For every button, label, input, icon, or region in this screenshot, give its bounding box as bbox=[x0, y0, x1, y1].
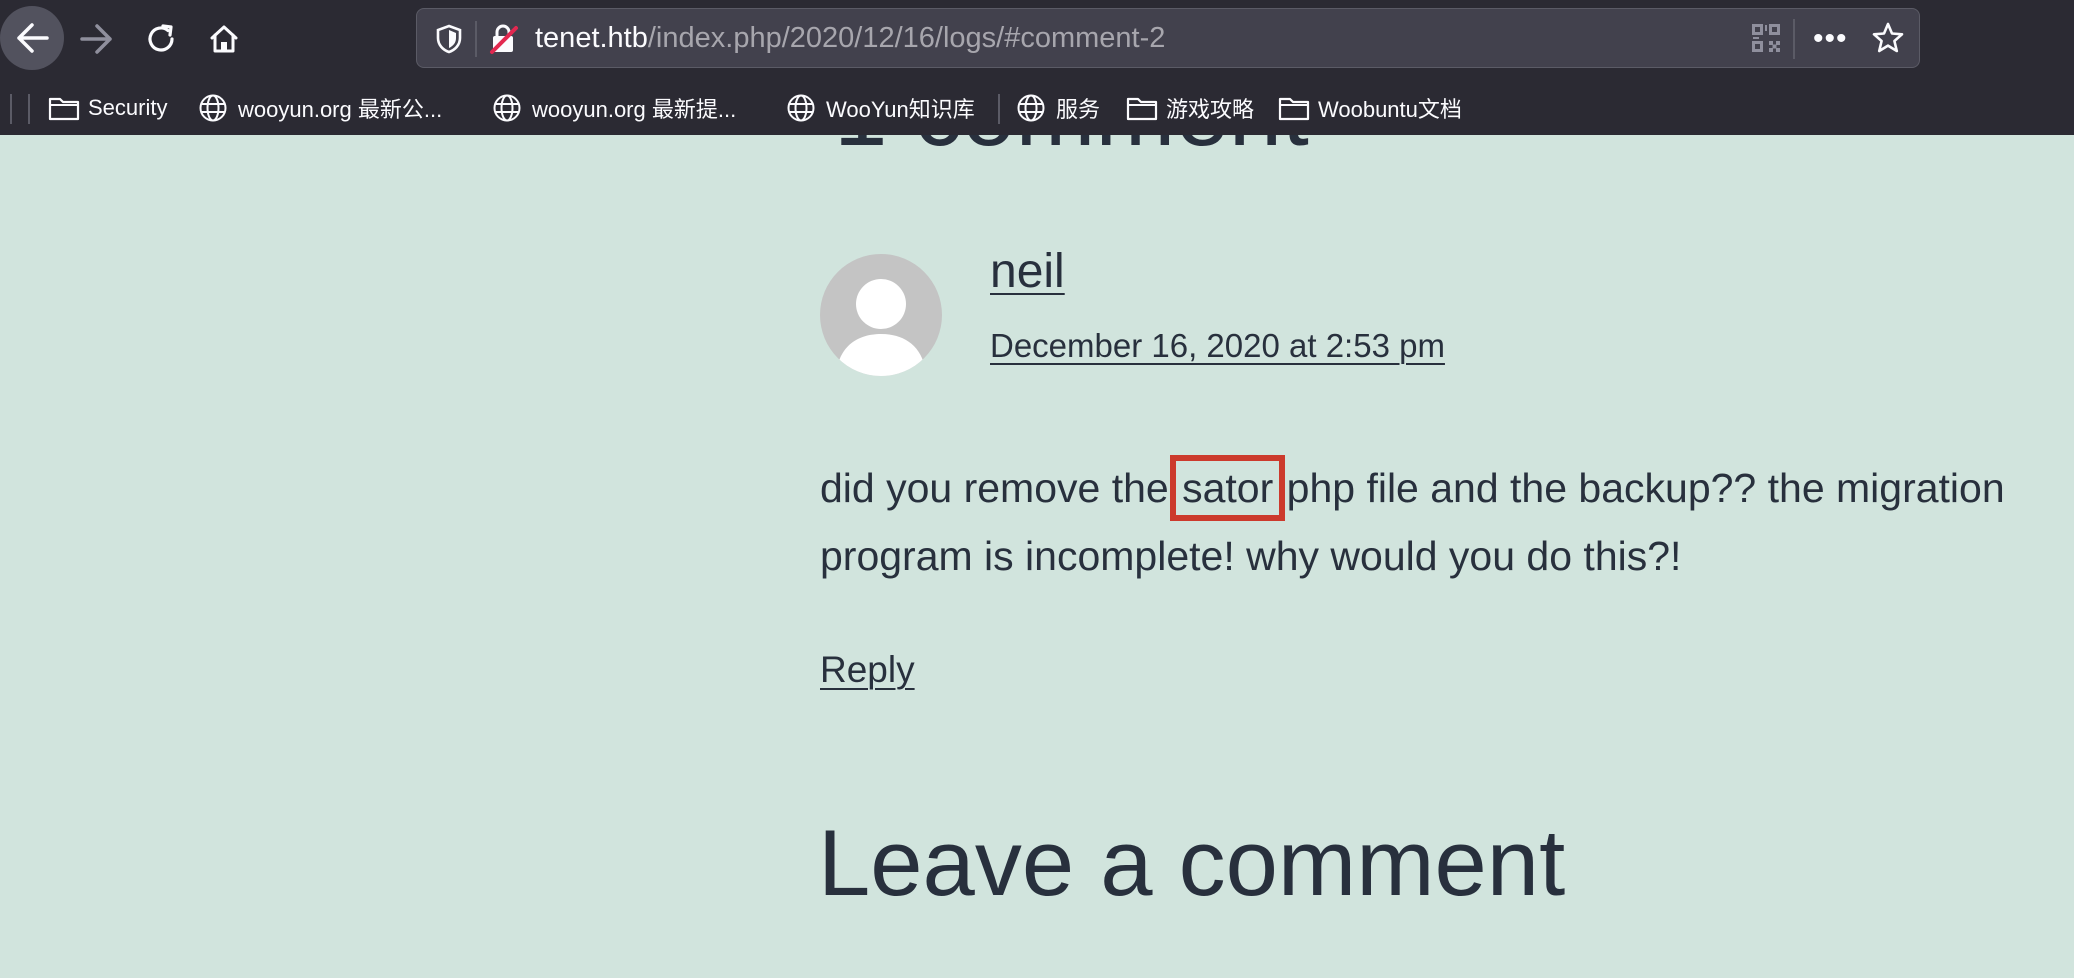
bookmark-game-guides[interactable]: 游戏攻略 bbox=[1126, 90, 1254, 126]
bookmark-label: 服务 bbox=[1056, 97, 1101, 122]
reload-button[interactable] bbox=[130, 8, 192, 70]
reload-icon bbox=[144, 22, 178, 56]
bookmark-wooyun-public[interactable]: wooyun.org 最新公... bbox=[198, 90, 442, 126]
comment-text-before: did you remove the bbox=[820, 465, 1181, 511]
home-icon bbox=[207, 22, 241, 56]
highlighted-word: sator bbox=[1170, 455, 1286, 521]
bookmarks-toolbar: Security wooyun.org 最新公... wooyun.org 最新… bbox=[0, 84, 2074, 132]
globe-icon bbox=[786, 93, 820, 123]
insecure-lock-icon[interactable] bbox=[489, 23, 519, 60]
arrow-right-icon bbox=[79, 23, 115, 55]
bookmark-label: Woobuntu文档 bbox=[1318, 97, 1462, 122]
bookmark-label: WooYun知识库 bbox=[826, 97, 975, 122]
home-button[interactable] bbox=[193, 8, 255, 70]
reply-link[interactable]: Reply bbox=[820, 648, 915, 692]
forward-button[interactable] bbox=[66, 8, 128, 70]
bookmark-label: wooyun.org 最新公... bbox=[238, 97, 443, 122]
tracking-protection-icon[interactable] bbox=[435, 23, 463, 60]
bookmark-label: wooyun.org 最新提... bbox=[532, 97, 737, 122]
url-separator bbox=[475, 21, 477, 57]
page-actions-button[interactable]: ••• bbox=[1813, 21, 1848, 57]
arrow-left-icon bbox=[14, 22, 50, 54]
bookmark-woobuntu-docs[interactable]: Woobuntu文档 bbox=[1278, 90, 1462, 126]
qr-code-icon[interactable] bbox=[1751, 23, 1781, 58]
avatar bbox=[820, 254, 942, 376]
bookmark-star-icon[interactable] bbox=[1871, 21, 1905, 60]
bookmark-wooyun-submit[interactable]: wooyun.org 最新提... bbox=[492, 90, 736, 126]
folder-icon bbox=[48, 93, 82, 123]
globe-icon bbox=[492, 93, 526, 123]
bookmark-security[interactable]: Security bbox=[48, 90, 167, 126]
back-button[interactable] bbox=[0, 6, 64, 70]
url-text[interactable]: tenet.htb/index.php/2020/12/16/logs/#com… bbox=[535, 20, 1165, 56]
bookmarks-divider bbox=[998, 94, 1000, 124]
bookmark-services[interactable]: 服务 bbox=[1016, 90, 1100, 126]
browser-toolbar: tenet.htb/index.php/2020/12/16/logs/#com… bbox=[0, 0, 2074, 80]
url-path: /index.php/2020/12/16/logs/#comment-2 bbox=[647, 22, 1166, 54]
globe-icon bbox=[198, 93, 232, 123]
bookmark-wooyun-kb[interactable]: WooYun知识库 bbox=[786, 90, 975, 126]
bookmark-label: 游戏攻略 bbox=[1166, 97, 1255, 122]
browser-chrome: tenet.htb/index.php/2020/12/16/logs/#com… bbox=[0, 0, 2074, 135]
comment-author-link[interactable]: neil bbox=[990, 244, 1065, 300]
leave-comment-heading: Leave a comment bbox=[818, 810, 1566, 915]
url-host: tenet.htb bbox=[535, 22, 648, 54]
page-content: 1 comment neil December 16, 2020 at 2:53… bbox=[0, 0, 2074, 978]
comment-body: did you remove the sator php file and th… bbox=[820, 454, 2030, 590]
bookmarks-divider bbox=[10, 94, 12, 124]
bookmarks-divider bbox=[28, 94, 30, 124]
folder-icon bbox=[1278, 93, 1312, 123]
url-separator-right bbox=[1793, 19, 1795, 59]
url-bar[interactable]: tenet.htb/index.php/2020/12/16/logs/#com… bbox=[416, 8, 1920, 68]
comment-date-link[interactable]: December 16, 2020 at 2:53 pm bbox=[990, 326, 1445, 366]
bookmark-label: Security bbox=[88, 95, 168, 120]
globe-icon bbox=[1016, 93, 1050, 123]
folder-icon bbox=[1126, 93, 1160, 123]
